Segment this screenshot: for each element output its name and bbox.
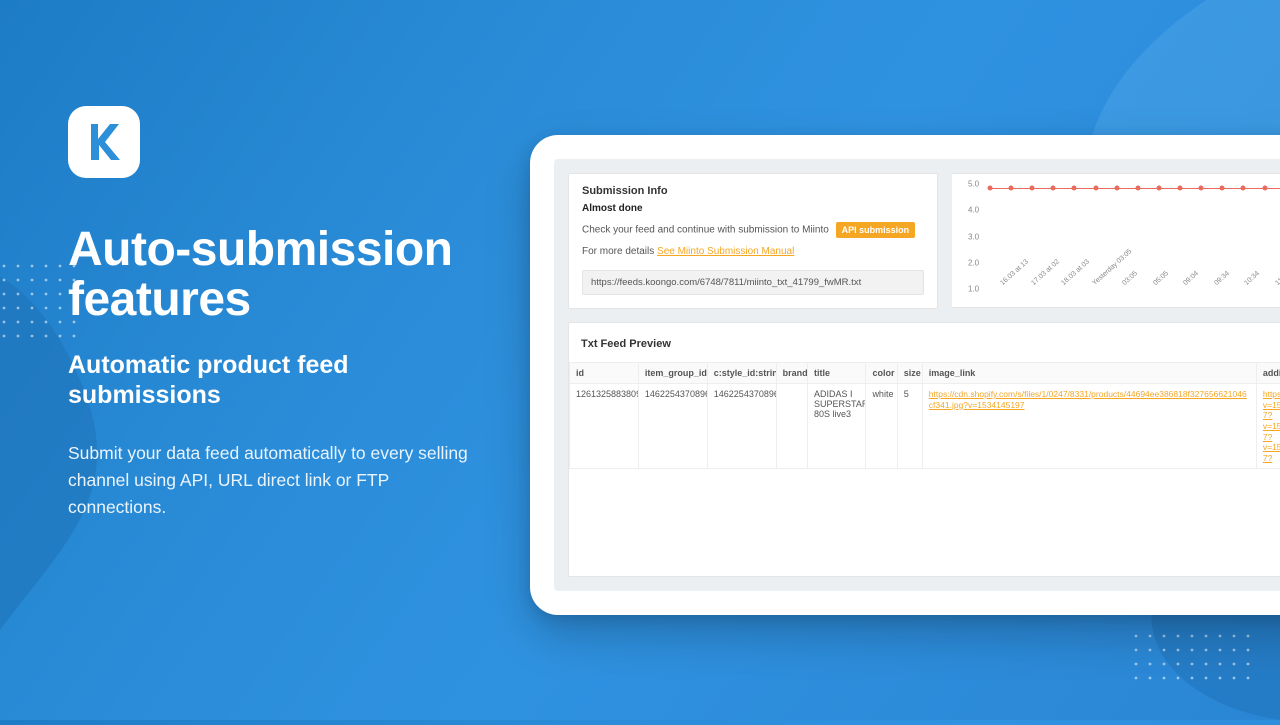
body-text: Submit your data feed automatically to e… xyxy=(68,440,488,521)
chart-data-point xyxy=(1178,186,1183,191)
cell-title: ADIDAS I SUPERSTAR 80S live3 xyxy=(807,384,865,469)
cell-item-group-id: 1462254370896 xyxy=(638,384,707,469)
submission-status: Almost done xyxy=(582,203,924,214)
col-title: title xyxy=(807,363,865,384)
cell-brand xyxy=(776,384,807,469)
submission-instruction-text: Check your feed and continue with submis… xyxy=(582,225,829,236)
image-link[interactable]: https://cdn.shopify.com/s/files/1/0247/8… xyxy=(929,389,1250,410)
feed-chart-panel: 5.04.03.02.01.0 16.03 at 1317.03 at 0218… xyxy=(952,173,1280,308)
col-color: color xyxy=(866,363,897,384)
chart-data-point xyxy=(1220,186,1225,191)
chart-data-point xyxy=(1093,186,1098,191)
decorative-dots-right xyxy=(1130,630,1270,710)
additional-image-link[interactable]: v=1534145197? xyxy=(1263,400,1280,421)
headline-line2: features xyxy=(68,273,251,326)
subheadline: Automatic product feed submissions xyxy=(68,350,488,410)
col-additional-imag: additional_imag xyxy=(1256,363,1280,384)
additional-image-link[interactable]: v=1534145197? xyxy=(1263,442,1280,463)
headline: Auto-submission features xyxy=(68,225,488,326)
chart-data-point xyxy=(1009,186,1014,191)
chart-y-axis: 5.04.03.02.01.0 xyxy=(968,184,988,289)
preview-title: Txt Feed Preview xyxy=(581,338,671,350)
col-c-style-id-string: c:style_id:string xyxy=(707,363,776,384)
cell-image-link: https://cdn.shopify.com/s/files/1/0247/8… xyxy=(922,384,1256,469)
col-size: size xyxy=(897,363,922,384)
chart-data-point xyxy=(988,186,993,191)
feed-chart: 5.04.03.02.01.0 16.03 at 1317.03 at 0218… xyxy=(968,184,1280,289)
cell-additional-images: https://cdn.shopv=1534145197?v=153414519… xyxy=(1256,384,1280,469)
cell-id: 12613258838096 xyxy=(570,384,639,469)
col-id: id xyxy=(570,363,639,384)
chart-data-point xyxy=(1135,186,1140,191)
chart-data-point xyxy=(1072,186,1077,191)
headline-line1: Auto-submission xyxy=(68,223,453,276)
chart-data-point xyxy=(1241,186,1246,191)
chart-data-point xyxy=(1051,186,1056,191)
chart-data-point xyxy=(1156,186,1161,191)
marketing-copy: Auto-submission features Automatic produ… xyxy=(68,225,488,521)
details-pre-text: For more details xyxy=(582,246,657,257)
chart-data-point xyxy=(1262,186,1267,191)
submission-details: For more details See Miinto Submission M… xyxy=(582,246,924,257)
submission-info-panel: Submission Info Almost done Check your f… xyxy=(568,173,938,309)
submission-manual-link[interactable]: See Miinto Submission Manual xyxy=(657,246,794,257)
screenshot-frame: Submission Info Almost done Check your f… xyxy=(530,135,1280,615)
chart-data-point xyxy=(1199,186,1204,191)
app-viewport: Submission Info Almost done Check your f… xyxy=(554,159,1280,591)
cell-size: 5 xyxy=(897,384,922,469)
chart-x-axis: 16.03 at 1317.03 at 0218.03 at 03Yesterd… xyxy=(1004,271,1280,287)
table-header-row: iditem_group_idc:style_id:stringbrandtit… xyxy=(570,363,1280,384)
api-submission-badge[interactable]: API submission xyxy=(836,222,916,238)
col-image-link: image_link xyxy=(922,363,1256,384)
additional-image-link[interactable]: https://cdn.shop xyxy=(1263,389,1280,400)
feed-url-field[interactable] xyxy=(582,270,924,295)
cell-style-id: 1462254370896 xyxy=(707,384,776,469)
col-item-group-id: item_group_id xyxy=(638,363,707,384)
brand-logo xyxy=(68,106,140,178)
col-brand: brand xyxy=(776,363,807,384)
additional-image-link[interactable]: v=1534145197? xyxy=(1263,421,1280,442)
chart-data-point xyxy=(1114,186,1119,191)
table-row: 12613258838096 1462254370896 14622543708… xyxy=(570,384,1280,469)
preview-table: iditem_group_idc:style_id:stringbrandtit… xyxy=(569,362,1280,469)
submission-panel-title: Submission Info xyxy=(582,185,924,197)
chart-data-point xyxy=(1030,186,1035,191)
cell-color: white xyxy=(866,384,897,469)
feed-preview-panel: Txt Feed Preview Dow iditem_group_idc:st… xyxy=(568,322,1280,577)
submission-instruction: Check your feed and continue with submis… xyxy=(582,222,924,238)
